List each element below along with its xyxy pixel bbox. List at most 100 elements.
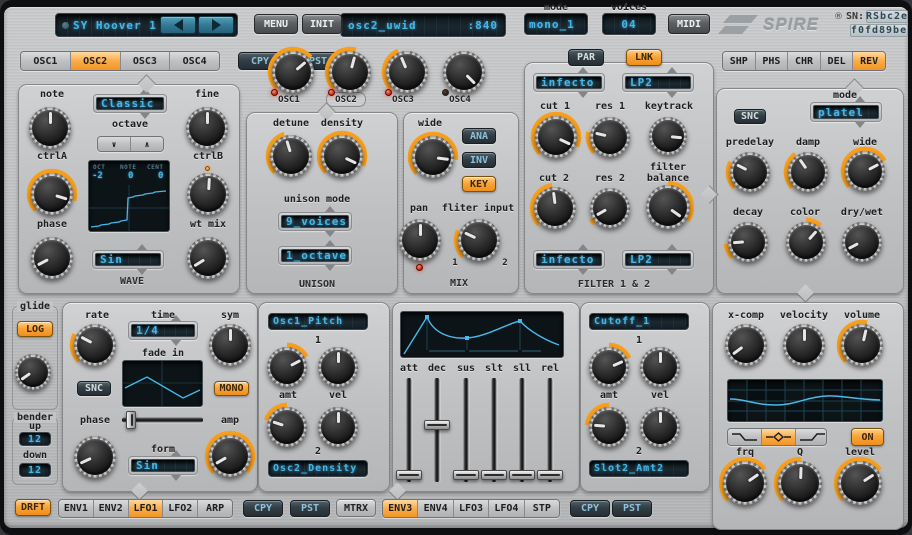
eq-on-button[interactable]: ON [851, 428, 884, 446]
tab-osc3[interactable]: OSC3 [121, 52, 171, 70]
fine-knob[interactable] [184, 105, 230, 151]
slider-handle[interactable] [126, 411, 136, 429]
lfo-amp-knob[interactable] [207, 433, 253, 479]
volume-knob[interactable] [839, 322, 885, 368]
analog-button[interactable]: ANA [462, 128, 496, 144]
slider-handle[interactable] [509, 470, 535, 480]
unison-voices-dropdown[interactable]: 9_voices [278, 212, 352, 231]
lfo-rate-knob[interactable] [72, 322, 118, 368]
eq-display[interactable] [727, 379, 883, 422]
filter-input-knob[interactable] [456, 217, 502, 263]
lfo-vel2-knob[interactable] [316, 405, 360, 449]
tab-shaper[interactable]: SHP [723, 52, 756, 70]
ctrla-knob[interactable] [29, 171, 75, 217]
matrix-button[interactable]: MTRX [336, 499, 376, 517]
osc-wave-display[interactable]: OCT NOTE CENT -2 0 0 [88, 160, 170, 232]
filter-link-button[interactable]: LNK [626, 49, 662, 66]
tab-lfo3[interactable]: LFO3 [454, 500, 489, 517]
high-shelf-button[interactable] [796, 429, 827, 445]
cut2-knob[interactable] [532, 185, 578, 231]
tab-lfo2[interactable]: LFO2 [163, 500, 198, 517]
mod2-paste-button[interactable]: PST [612, 500, 652, 517]
env-amt1-knob[interactable] [587, 345, 631, 389]
slider-handle[interactable] [481, 470, 507, 480]
midi-button[interactable]: MIDI [668, 14, 710, 34]
lfo-sync-button[interactable]: SNC [77, 381, 111, 396]
res2-knob[interactable] [588, 186, 632, 230]
mod-paste-button[interactable]: PST [290, 500, 330, 517]
q-knob[interactable] [776, 459, 824, 507]
tab-arp[interactable]: ARP [198, 500, 232, 517]
rev-wide-knob[interactable] [843, 149, 887, 193]
tab-osc2[interactable]: OSC2 [71, 52, 121, 70]
tab-reverb[interactable]: REV [853, 52, 885, 70]
menu-button[interactable]: MENU [254, 14, 298, 34]
res1-knob[interactable] [588, 115, 632, 159]
init-button[interactable]: INIT [302, 14, 342, 34]
keytrack-button[interactable]: KEY [462, 176, 496, 192]
osc1-level-knob[interactable] [270, 49, 316, 95]
prev-preset-button[interactable] [160, 16, 196, 34]
phase-knob[interactable] [29, 235, 75, 281]
tab-osc1[interactable]: OSC1 [21, 52, 71, 70]
note-knob[interactable] [27, 105, 73, 151]
lfo-phase-knob[interactable] [72, 434, 118, 480]
mod-copy-button[interactable]: CPY [243, 500, 283, 517]
osc4-level-knob[interactable] [441, 49, 487, 95]
ctrlb-knob[interactable] [185, 171, 231, 217]
slider-handle[interactable] [396, 470, 422, 480]
pan-knob[interactable] [397, 217, 443, 263]
drift-button[interactable]: DRFT [15, 499, 51, 516]
slider-handle[interactable] [453, 470, 479, 480]
slt-slider[interactable] [481, 378, 507, 482]
osc3-level-knob[interactable] [384, 49, 430, 95]
tab-osc4[interactable]: OSC4 [170, 52, 219, 70]
next-preset-button[interactable] [198, 16, 234, 34]
tab-lfo4[interactable]: LFO4 [489, 500, 524, 517]
filter2-type-dropdown[interactable]: infecto [533, 250, 605, 269]
lfo-slot2-display[interactable]: Osc2_Density [268, 460, 368, 477]
tab-lfo1[interactable]: LFO1 [129, 500, 164, 517]
xcomp-knob[interactable] [723, 322, 769, 368]
lfo-amt2-knob[interactable] [265, 405, 309, 449]
env-slot1-display[interactable]: Cutoff_1 [589, 313, 689, 330]
level-knob[interactable] [836, 459, 884, 507]
density-knob[interactable] [319, 133, 365, 179]
sll-slider[interactable] [509, 378, 535, 482]
invert-button[interactable]: INV [462, 152, 496, 168]
param-display[interactable]: osc2_uwid :840 [340, 13, 506, 37]
decay-knob[interactable] [726, 220, 770, 264]
tab-delay[interactable]: DEL [821, 52, 854, 70]
tab-phaser[interactable]: PHS [756, 52, 789, 70]
lfo-form-dropdown[interactable]: Sin [128, 456, 198, 475]
velocity-knob[interactable] [781, 322, 827, 368]
filter-parallel-button[interactable]: PAR [568, 49, 604, 66]
color-knob[interactable] [784, 220, 828, 264]
lfo-time-dropdown[interactable]: 1/4 [128, 321, 198, 340]
env-amt2-knob[interactable] [587, 405, 631, 449]
lfo-amt1-knob[interactable] [265, 345, 309, 389]
voices-display[interactable]: 04 [602, 13, 656, 35]
wtmix-knob[interactable] [185, 235, 231, 281]
lfo-slot1-display[interactable]: Osc1_Pitch [268, 313, 368, 330]
env-slot2-display[interactable]: Slot2_Amt2 [589, 460, 689, 477]
drywet-knob[interactable] [840, 220, 884, 264]
glide-log-button[interactable]: LOG [17, 321, 53, 337]
tab-env4[interactable]: ENV4 [418, 500, 453, 517]
sus-slider[interactable] [453, 378, 479, 482]
lfo-sym-knob[interactable] [207, 322, 253, 368]
glide-knob[interactable] [13, 352, 53, 392]
lfo-mono-button[interactable]: MONO [214, 381, 249, 396]
peak-band-button[interactable] [762, 429, 796, 445]
mix-wide-knob[interactable] [410, 134, 456, 180]
frq-knob[interactable] [721, 459, 769, 507]
wave-form-dropdown[interactable]: Sin [92, 250, 164, 269]
tab-env2[interactable]: ENV2 [94, 500, 129, 517]
envelope-display[interactable] [400, 311, 564, 358]
env-vel2-knob[interactable] [638, 405, 682, 449]
slider-handle[interactable] [537, 470, 563, 480]
lfo-vel1-knob[interactable] [316, 345, 360, 389]
damp-knob[interactable] [786, 150, 830, 194]
filter-balance-knob[interactable] [644, 183, 692, 231]
env-vel1-knob[interactable] [638, 345, 682, 389]
